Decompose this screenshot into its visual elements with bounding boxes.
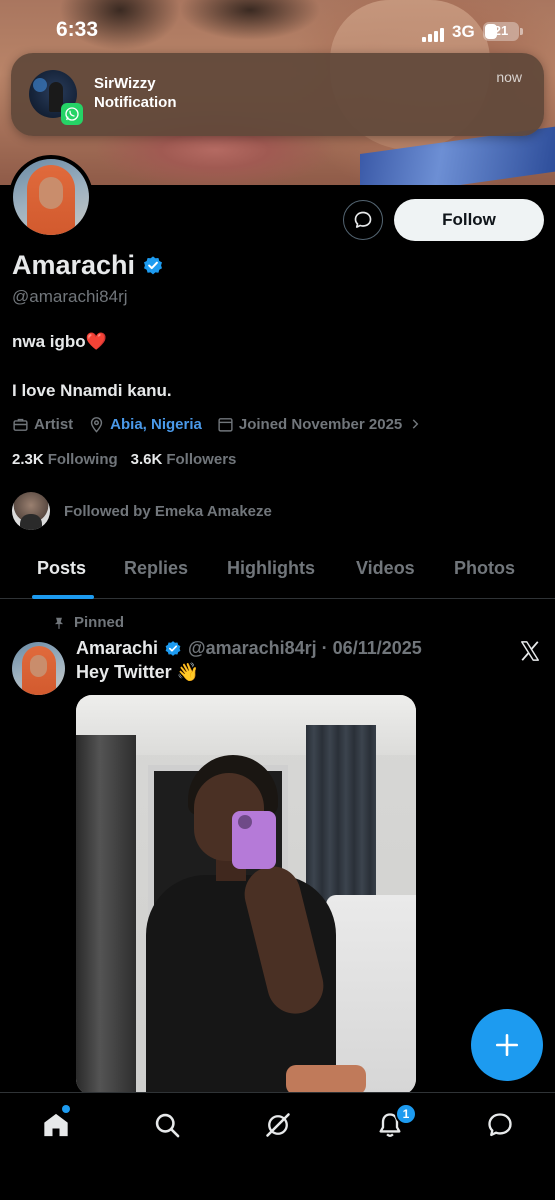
followers-count[interactable]: 3.6K xyxy=(131,451,163,468)
notification-sender: SirWizzy xyxy=(94,75,156,92)
battery-icon: 21 xyxy=(483,22,519,41)
compose-button[interactable] xyxy=(471,1009,543,1081)
notification-time: now xyxy=(496,69,522,85)
location-pin-icon xyxy=(91,416,103,433)
verified-badge-icon xyxy=(144,255,163,274)
tab-posts[interactable]: Posts xyxy=(37,558,86,579)
follow-button[interactable]: Follow xyxy=(394,199,544,241)
home-icon xyxy=(44,1113,68,1137)
profile-tabs: Posts Replies Highlights Videos Photos xyxy=(0,548,555,599)
network-label: 3G xyxy=(452,22,475,41)
profile-name: Amarachi xyxy=(12,250,164,281)
x-logo-icon[interactable] xyxy=(519,640,541,662)
pinned-indicator: Pinned xyxy=(52,614,124,631)
post-author-name[interactable]: Amarachi xyxy=(76,638,158,659)
battery-level: 21 xyxy=(493,23,509,38)
post-photo[interactable] xyxy=(76,695,416,1095)
followed-by[interactable]: Followed by Emeka Amakeze xyxy=(12,492,272,530)
plus-icon xyxy=(495,1033,519,1057)
profile-category: Artist xyxy=(34,415,74,433)
nav-search[interactable] xyxy=(151,1109,183,1141)
pin-icon xyxy=(54,617,64,629)
home-unread-dot xyxy=(62,1105,70,1113)
follower-avatar xyxy=(12,492,50,530)
tab-highlights[interactable]: Highlights xyxy=(227,558,315,579)
chat-icon xyxy=(488,1113,512,1137)
tab-replies[interactable]: Replies xyxy=(124,558,188,579)
verified-badge-icon xyxy=(165,640,181,656)
grok-icon xyxy=(266,1113,290,1137)
profile-location-link[interactable]: Abia, Nigeria xyxy=(110,416,202,433)
follow-counts: 2.3K Following 3.6K Followers xyxy=(12,451,249,468)
following-label[interactable]: Following xyxy=(48,451,118,468)
profile-avatar[interactable] xyxy=(9,155,93,239)
bottom-navigation: 1 xyxy=(0,1092,555,1200)
message-button[interactable] xyxy=(343,200,383,240)
profile-joined: Joined November 2025 xyxy=(238,415,403,433)
notification-body: Notification xyxy=(94,94,177,111)
status-bar: 6:33 3G 21 xyxy=(0,14,555,50)
tab-photos[interactable]: Photos xyxy=(454,558,515,579)
notification-count-badge: 1 xyxy=(395,1103,417,1125)
active-tab-indicator xyxy=(32,595,94,599)
nav-grok[interactable] xyxy=(262,1109,294,1141)
calendar-icon xyxy=(218,417,233,432)
push-notification[interactable]: SirWizzy Notification now xyxy=(11,53,544,136)
profile-handle: @amarachi84rj xyxy=(12,287,128,306)
following-count[interactable]: 2.3K xyxy=(12,451,44,468)
chevron-right-icon[interactable] xyxy=(408,417,422,431)
pinned-label: Pinned xyxy=(74,614,125,631)
post-text: Hey Twitter 👋 xyxy=(76,662,200,682)
whatsapp-icon xyxy=(61,103,83,125)
post-handle-date: @amarachi84rj · 06/11/2025 xyxy=(188,638,422,658)
briefcase-icon xyxy=(13,418,28,431)
search-icon xyxy=(155,1113,180,1138)
status-time: 6:33 xyxy=(56,18,99,41)
post-header: Amarachi @amarachi84rj · 06/11/2025 xyxy=(76,638,422,659)
bio-line-1: nwa igbo❤️ xyxy=(12,332,107,351)
followers-label[interactable]: Followers xyxy=(166,451,236,468)
followed-by-text: Followed by Emeka Amakeze xyxy=(64,502,272,520)
bio-line-2: I love Nnamdi kanu. xyxy=(12,381,172,400)
nav-home[interactable] xyxy=(40,1109,72,1141)
tab-videos[interactable]: Videos xyxy=(356,558,415,579)
post-author-avatar[interactable] xyxy=(12,642,65,695)
signal-icon xyxy=(422,26,448,42)
profile-display-name: Amarachi xyxy=(12,250,136,280)
message-icon xyxy=(354,211,372,228)
nav-messages[interactable] xyxy=(484,1109,516,1141)
profile-meta: Artist Abia, Nigeria Joined November 202… xyxy=(12,413,442,435)
